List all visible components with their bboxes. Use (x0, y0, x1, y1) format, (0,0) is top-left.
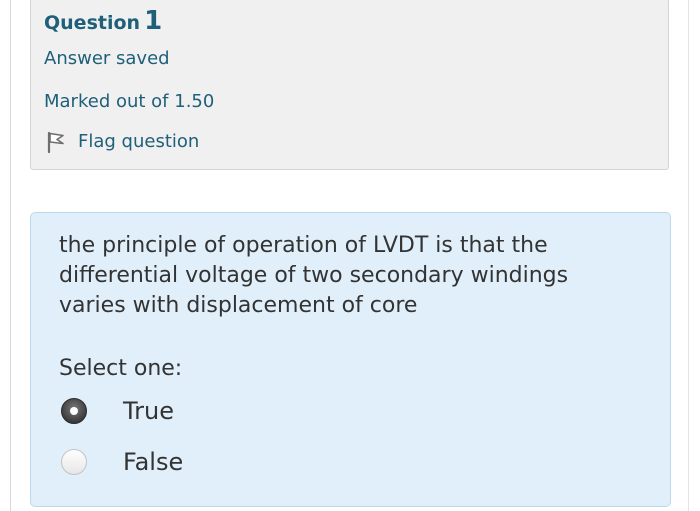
question-content-panel: the principle of operation of LVDT is th… (30, 212, 671, 507)
quiz-page: Question 1 Answer saved Marked out of 1.5… (0, 0, 700, 511)
question-heading: Question 1 (44, 7, 162, 37)
right-border (688, 0, 689, 511)
question-grade: Marked out of 1.50 (44, 91, 215, 112)
flag-question-label: Flag question (78, 131, 200, 152)
question-number: 1 (144, 6, 163, 36)
answer-option-false[interactable]: False (61, 445, 183, 479)
question-info-panel: Question 1 Answer saved Marked out of 1.5… (30, 0, 669, 170)
radio-false[interactable] (61, 449, 87, 475)
question-label: Question (44, 12, 141, 34)
question-state: Answer saved (44, 48, 170, 69)
flag-question-link[interactable]: Flag question (46, 130, 199, 154)
radio-true[interactable] (61, 398, 87, 424)
answer-option-true[interactable]: True (61, 394, 174, 428)
question-text: the principle of operation of LVDT is th… (59, 233, 569, 318)
select-one-prompt: Select one: (59, 356, 183, 381)
answer-label-true[interactable]: True (123, 396, 174, 426)
flag-icon (46, 131, 66, 154)
answer-label-false[interactable]: False (123, 447, 183, 477)
left-border (10, 0, 11, 511)
